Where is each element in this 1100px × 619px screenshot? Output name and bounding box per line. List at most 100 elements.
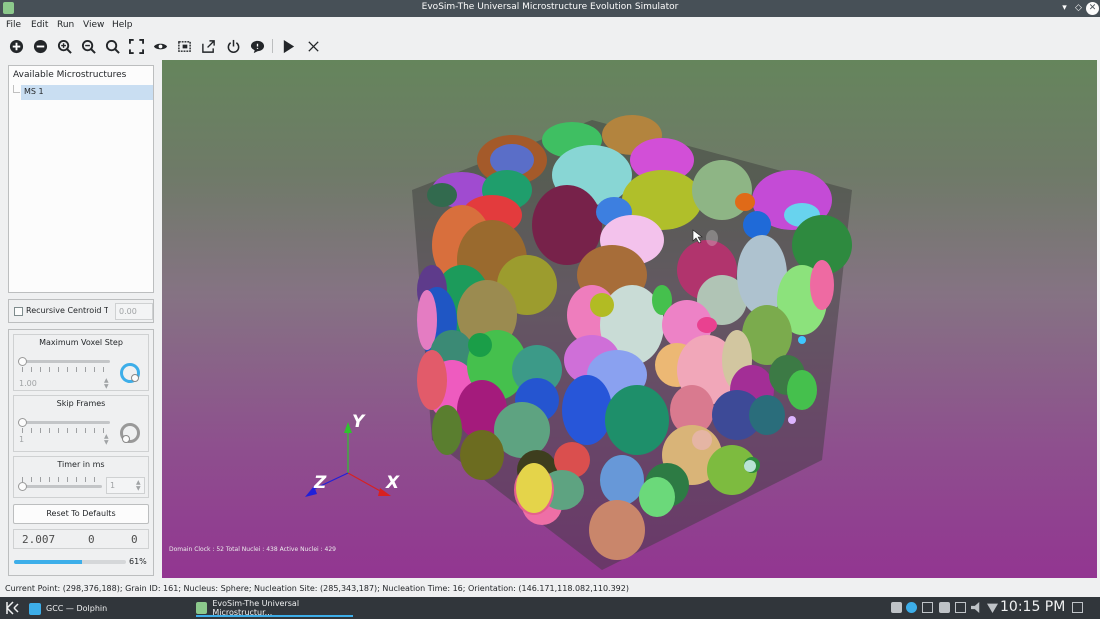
zoom-in-button[interactable] — [55, 37, 73, 55]
spin-arrows-icon[interactable]: ▲ ▼ — [104, 434, 109, 446]
menu-run[interactable]: Run — [57, 20, 74, 30]
progress-text: 61% — [129, 557, 147, 566]
timer-group: Timer in ms 1 ▲ ▼ — [13, 456, 149, 498]
display-icon[interactable] — [922, 602, 933, 613]
task-label: EvoSim-The Universal Microstructur... — [212, 598, 300, 617]
skip-frames-dial[interactable] — [120, 423, 140, 443]
power-icon — [227, 39, 239, 53]
dial-knob — [122, 435, 130, 443]
play-icon — [283, 39, 294, 53]
battery-icon[interactable] — [955, 602, 966, 613]
launcher-button[interactable] — [4, 600, 20, 616]
recursive-centroid-checkbox[interactable] — [14, 307, 23, 316]
clock[interactable]: 10:15 PM — [1000, 599, 1065, 615]
skip-frames-title: Skip Frames — [56, 399, 106, 408]
window-title: EvoSim-The Universal Microstructure Evol… — [421, 2, 679, 12]
maximize-button[interactable]: ◇ — [1072, 2, 1085, 15]
max-voxel-group: Maximum Voxel Step 1.00 ▲ ▼ — [13, 334, 149, 391]
max-voxel-value[interactable]: 1.00 — [19, 379, 37, 388]
recursive-centroid-row: Recursive Centroid T 0.00 — [8, 299, 154, 323]
tree-item-label: MS 1 — [24, 87, 44, 96]
fit-view-icon — [128, 38, 144, 54]
stop-button[interactable] — [304, 37, 322, 55]
show-desktop-icon[interactable] — [1072, 602, 1083, 613]
3d-viewport[interactable]: Y Z X Domain Clock : 52 Total Nuclei : 4… — [162, 60, 1097, 578]
remove-button[interactable] — [31, 37, 49, 55]
spin-arrows-icon[interactable]: ▲ ▼ — [104, 378, 109, 390]
play-button[interactable] — [279, 37, 297, 55]
recursive-centroid-spinbox[interactable]: 0.00 — [115, 303, 153, 320]
timer-slider[interactable] — [20, 485, 102, 488]
skip-frames-value[interactable]: 1 — [19, 435, 24, 444]
dial-knob — [131, 374, 139, 382]
app-icon — [196, 601, 208, 614]
max-voxel-slider-handle[interactable] — [18, 357, 27, 366]
timer-spinbox[interactable]: 1 ▲ ▼ — [106, 477, 145, 494]
clipboard-icon[interactable] — [891, 602, 902, 613]
menu-bar: File Edit Run View Help — [0, 17, 1100, 34]
simulation-controls: Maximum Voxel Step 1.00 ▲ ▼ Skip Frames 1… — [8, 329, 154, 576]
comment-icon — [250, 40, 264, 53]
search-icon — [105, 39, 120, 54]
minimize-button[interactable]: ▾ — [1058, 2, 1071, 15]
power-button[interactable] — [224, 37, 242, 55]
screenshot-icon — [177, 40, 191, 52]
task-evosim[interactable]: EvoSim-The Universal Microstructur... — [196, 598, 353, 617]
skip-frames-slider[interactable] — [20, 421, 110, 424]
eye-icon — [153, 43, 167, 49]
microstructure-render — [305, 115, 852, 570]
add-icon — [9, 39, 23, 53]
toolbar-separator — [272, 39, 273, 53]
taskbar: GCC — Dolphin EvoSim-The Universal Micro… — [0, 597, 1100, 619]
task-dolphin[interactable]: GCC — Dolphin — [29, 600, 107, 617]
folder-icon — [29, 602, 41, 615]
visibility-button[interactable] — [151, 37, 169, 55]
max-voxel-title: Maximum Voxel Step — [39, 338, 123, 347]
network-icon[interactable] — [987, 603, 998, 613]
timer-ticks — [22, 477, 102, 482]
task-label: GCC — Dolphin — [46, 604, 108, 613]
fit-view-button[interactable] — [127, 37, 145, 55]
reset-defaults-button[interactable]: Reset To Defaults — [13, 504, 149, 524]
microstructure-tree: Available Microstructures MS 1 — [8, 65, 154, 293]
simulation-hud: Domain Clock : 52 Total Nuclei : 438 Act… — [169, 546, 336, 553]
screenshot-button[interactable] — [175, 37, 193, 55]
skip-frames-ticks — [22, 428, 110, 433]
menu-edit[interactable]: Edit — [31, 20, 48, 30]
zoom-out-button[interactable] — [79, 37, 97, 55]
status-text: Current Point: (298,376,188); Grain ID: … — [5, 584, 629, 593]
axis-x-label: X — [386, 473, 400, 493]
export-button[interactable] — [199, 37, 217, 55]
timer-value: 1 — [110, 481, 116, 490]
menu-file[interactable]: File — [6, 20, 21, 30]
export-icon — [201, 39, 215, 53]
usb-icon[interactable] — [939, 602, 950, 613]
kde-launcher-icon — [6, 601, 19, 615]
timer-title: Timer in ms — [57, 460, 105, 469]
close-window-button[interactable]: ✕ — [1086, 2, 1099, 15]
comment-button[interactable] — [248, 37, 266, 55]
axis-z-label: Z — [314, 473, 327, 493]
close-icon — [307, 40, 319, 52]
max-voxel-dial[interactable] — [120, 363, 140, 383]
lcd-value-2: 0 — [88, 533, 95, 546]
menu-help[interactable]: Help — [112, 20, 133, 30]
spin-arrows-icon[interactable]: ▲ ▼ — [136, 480, 141, 492]
progress-fill — [14, 560, 83, 564]
tree-item-ms1[interactable]: MS 1 — [21, 85, 153, 100]
skip-frames-slider-handle[interactable] — [18, 418, 27, 427]
recursive-centroid-label: Recursive Centroid T — [26, 306, 108, 315]
cloud-icon[interactable] — [906, 602, 917, 613]
simulation-progress-bar — [14, 560, 126, 564]
menu-view[interactable]: View — [83, 20, 104, 30]
skip-frames-group: Skip Frames 1 ▲ ▼ — [13, 395, 149, 452]
zoom-out-icon — [81, 39, 96, 54]
search-button[interactable] — [103, 37, 121, 55]
max-voxel-slider[interactable] — [20, 360, 110, 363]
volume-icon[interactable] — [971, 602, 980, 613]
lcd-value-1: 2.007 — [22, 533, 56, 546]
remove-icon — [33, 39, 47, 53]
status-bar: Current Point: (298,376,188); Grain ID: … — [0, 580, 1100, 596]
timer-slider-handle[interactable] — [18, 482, 27, 491]
add-button[interactable] — [7, 37, 25, 55]
